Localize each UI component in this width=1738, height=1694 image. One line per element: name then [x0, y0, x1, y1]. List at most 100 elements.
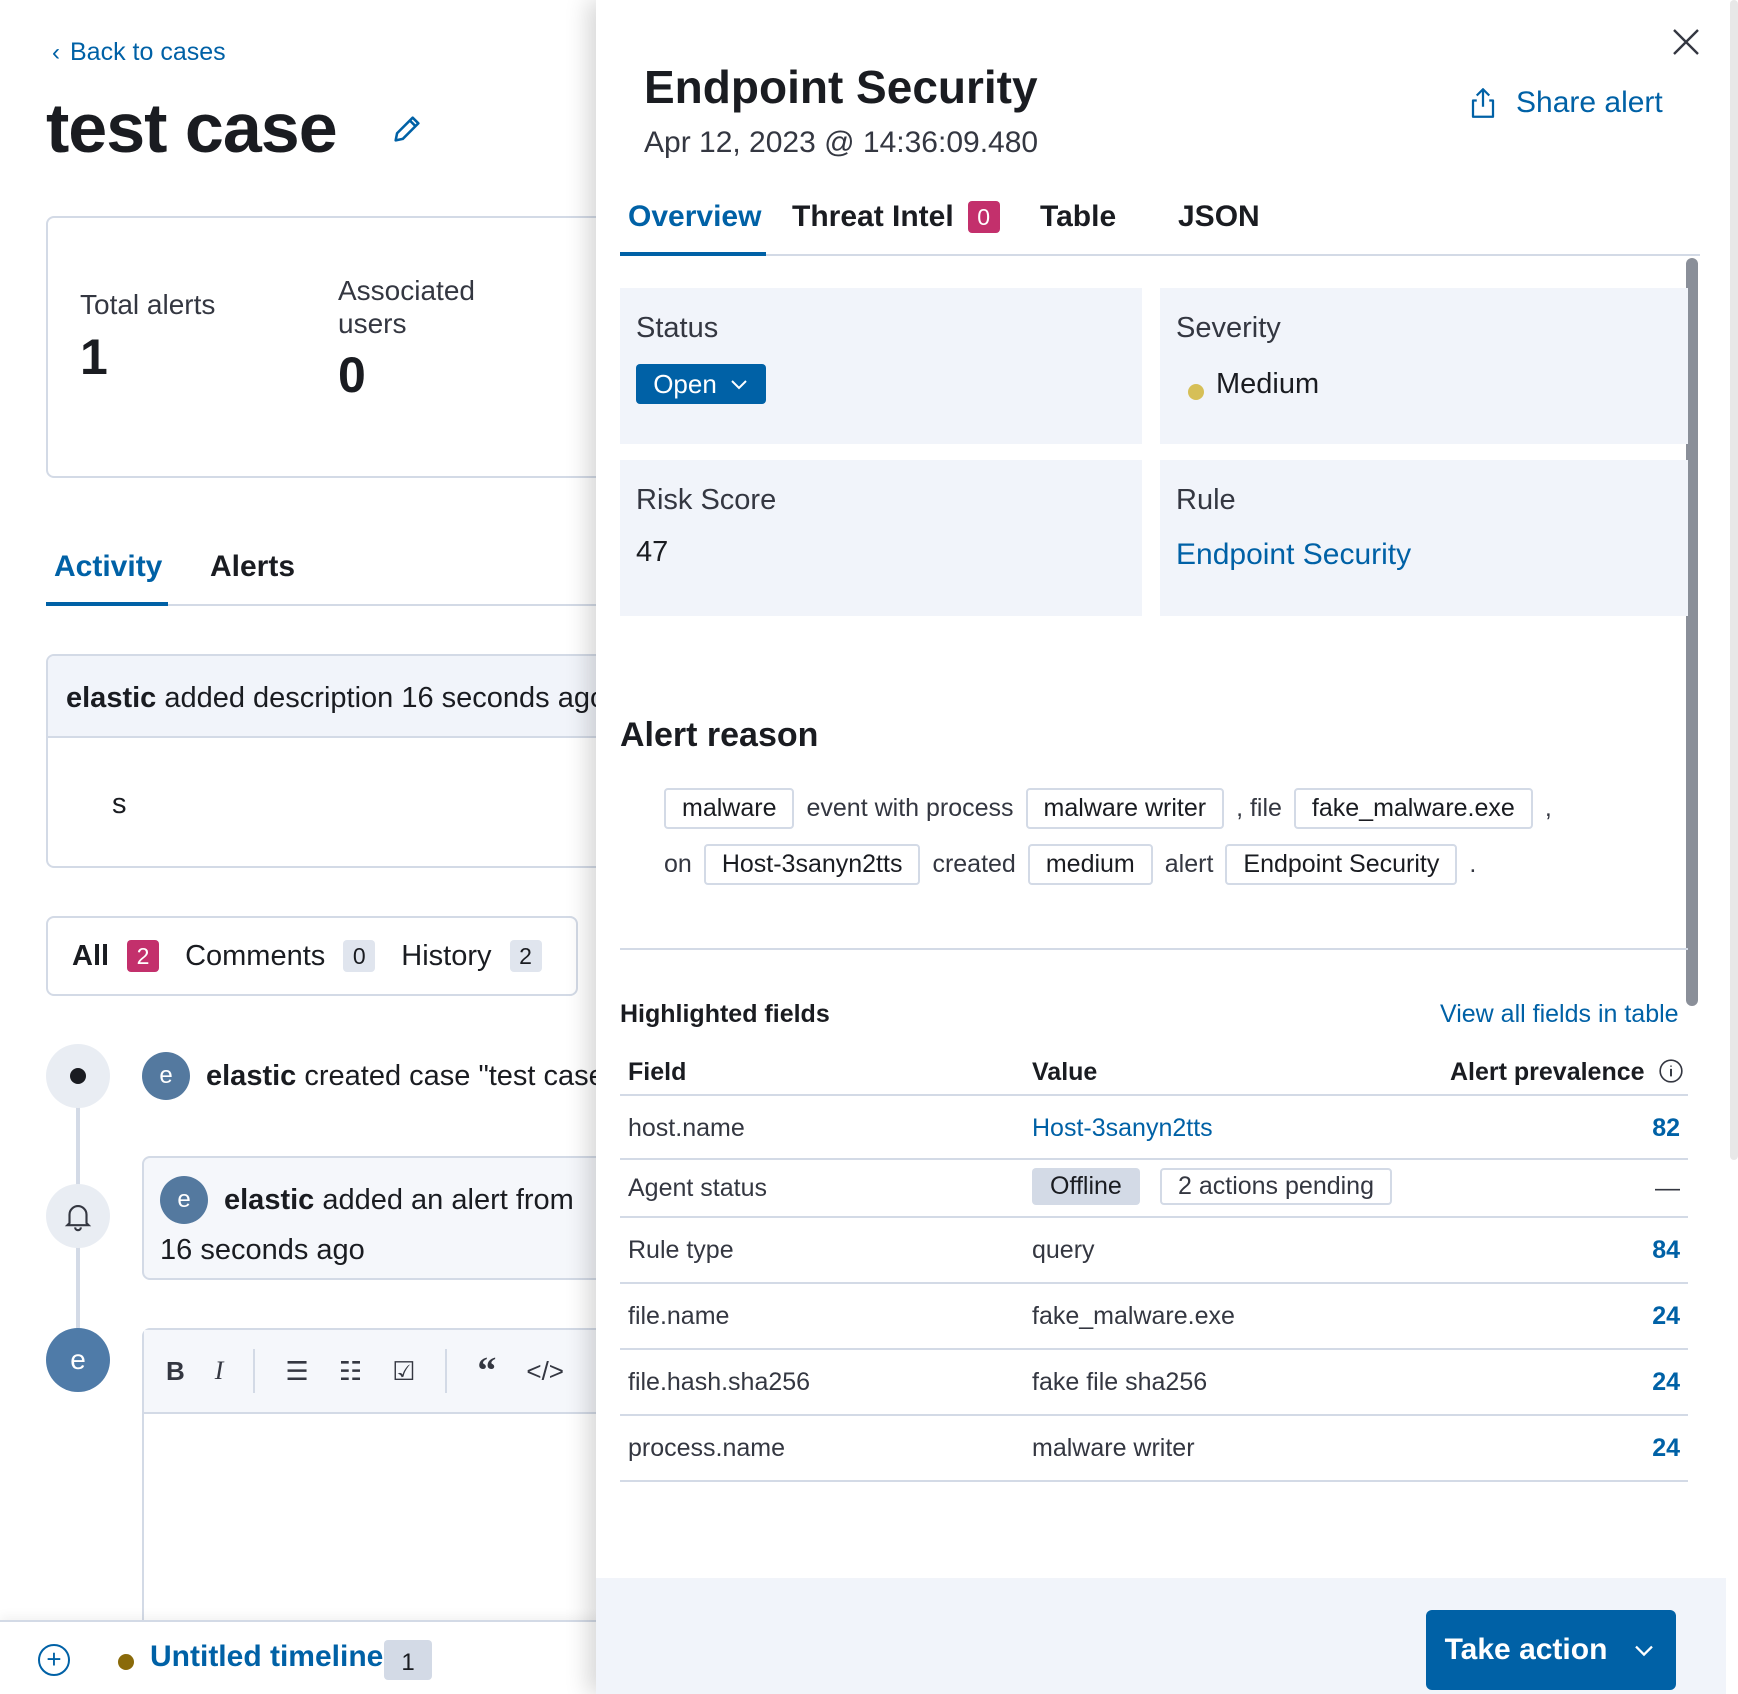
field-name: process.name: [628, 1434, 786, 1462]
reason-chip-severity[interactable]: medium: [1027, 844, 1153, 885]
bell-icon: [46, 1184, 110, 1248]
risk-score-card: Risk Score 47: [620, 460, 1142, 616]
agent-status-badge: Offline: [1032, 1168, 1140, 1205]
field-value: query: [1032, 1236, 1095, 1264]
tab-alerts[interactable]: Alerts: [210, 550, 295, 584]
rule-label: Rule: [1176, 484, 1236, 516]
italic-icon[interactable]: I: [215, 1356, 224, 1386]
chevron-down-icon: [1635, 1645, 1654, 1657]
highlighted-fields-title: Highlighted fields: [620, 1000, 830, 1028]
event-user: elastic: [224, 1184, 315, 1216]
total-alerts-label: Total alerts: [80, 289, 216, 320]
page-scrollbar[interactable]: [1730, 0, 1738, 1160]
severity-label: Severity: [1176, 312, 1281, 344]
timeline-bottom-bar: + Untitled timeline 1: [0, 1620, 600, 1694]
description-body: s: [112, 788, 127, 820]
timeline-dot-icon: [46, 1044, 110, 1108]
back-to-cases-link[interactable]: ‹ Back to cases: [52, 38, 226, 67]
reason-chip-host[interactable]: Host-3sanyn2tts: [703, 844, 921, 885]
alert-reason-line-2: on Host-3sanyn2tts created medium alert …: [664, 844, 1604, 885]
take-action-button[interactable]: Take action: [1426, 1610, 1676, 1690]
prevalence-link[interactable]: 24: [1652, 1368, 1680, 1397]
tab-table[interactable]: Table: [1040, 200, 1116, 234]
table-row: Rule type query 84: [620, 1218, 1688, 1284]
column-alert-prevalence: Alert prevalence: [1450, 1058, 1645, 1086]
code-icon[interactable]: </>: [526, 1356, 564, 1387]
status-card: Status Open: [620, 288, 1142, 444]
prevalence-link[interactable]: 24: [1652, 1302, 1680, 1331]
share-alert-label: Share alert: [1516, 86, 1663, 119]
timeline-event-created: elastic created case "test case": [206, 1060, 600, 1093]
table-row: file.hash.sha256 fake file sha256 24: [620, 1350, 1688, 1416]
rule-link[interactable]: Endpoint Security: [1176, 538, 1411, 572]
pencil-icon[interactable]: [390, 112, 424, 146]
filter-history[interactable]: History 2: [401, 940, 542, 973]
active-tab-indicator: [46, 602, 168, 606]
numbered-list-icon[interactable]: ☷: [339, 1356, 362, 1387]
reason-chip-file[interactable]: fake_malware.exe: [1293, 788, 1533, 829]
reason-text: created: [932, 850, 1016, 878]
description-header: elastic added description 16 seconds ago: [48, 656, 600, 738]
filter-history-count: 2: [509, 940, 542, 972]
alert-details-flyout: Endpoint Security Apr 12, 2023 @ 14:36:0…: [596, 0, 1738, 1694]
case-title: test case: [46, 89, 338, 167]
add-timeline-icon[interactable]: +: [38, 1644, 70, 1676]
field-value: fake_malware.exe: [1032, 1302, 1235, 1330]
tab-json[interactable]: JSON: [1178, 200, 1260, 234]
filter-all[interactable]: All 2: [72, 939, 160, 973]
field-name: Agent status: [628, 1174, 767, 1202]
timeline-title-link[interactable]: Untitled timeline: [150, 1640, 383, 1674]
share-icon: [1471, 88, 1495, 118]
bullet-list-icon[interactable]: ☰: [285, 1356, 308, 1387]
reason-chip-rule[interactable]: Endpoint Security: [1225, 844, 1458, 885]
column-value: Value: [1032, 1058, 1098, 1086]
reason-chip-event-category[interactable]: malware: [664, 788, 795, 829]
filter-comments[interactable]: Comments 0: [185, 939, 376, 973]
status-dropdown[interactable]: Open: [636, 364, 766, 404]
activity-filter-bar: All 2 Comments 0 History 2: [46, 916, 578, 996]
info-icon[interactable]: [1658, 1058, 1684, 1084]
alert-added-event: e elastic added an alert from 16 seconds…: [142, 1156, 600, 1280]
reason-chip-process[interactable]: malware writer: [1025, 788, 1225, 829]
toolbar-divider: [445, 1349, 448, 1393]
task-list-icon[interactable]: ☑: [392, 1356, 415, 1387]
event-user: elastic: [206, 1060, 297, 1092]
severity-value: Medium: [1216, 368, 1320, 400]
field-value: malware writer: [1032, 1434, 1195, 1462]
table-row: host.name Host-3sanyn2tts 82: [620, 1096, 1688, 1160]
tab-overview[interactable]: Overview: [628, 200, 761, 234]
bold-icon[interactable]: B: [166, 1356, 185, 1387]
prevalence-link[interactable]: 82: [1652, 1114, 1680, 1143]
actions-pending-badge[interactable]: 2 actions pending: [1160, 1168, 1392, 1205]
alert-reason-line-1: malware event with process malware write…: [664, 788, 1604, 829]
severity-dot-icon: [1188, 384, 1204, 400]
status-value: Open: [653, 368, 717, 399]
view-all-fields-link[interactable]: View all fields in table: [1440, 1000, 1679, 1029]
close-icon[interactable]: [1668, 24, 1704, 60]
prevalence-link[interactable]: 84: [1652, 1236, 1680, 1265]
reason-text: event with process: [806, 794, 1014, 822]
tab-threat-intel[interactable]: Threat Intel 0: [792, 200, 1000, 234]
reason-text: , file: [1236, 794, 1282, 822]
avatar: e: [142, 1052, 190, 1100]
quote-icon[interactable]: “: [477, 1349, 496, 1393]
filter-comments-label: Comments: [185, 939, 326, 972]
associated-users-value: 0: [338, 347, 366, 403]
reason-text: ,: [1544, 794, 1552, 822]
share-alert-button[interactable]: Share alert: [1468, 86, 1663, 120]
tab-activity[interactable]: Activity: [54, 550, 162, 584]
filter-comments-count: 0: [343, 940, 376, 972]
timeline-count-badge: 1: [384, 1640, 432, 1680]
column-field: Field: [628, 1058, 687, 1086]
associated-users-label-line2: users: [338, 308, 407, 340]
filter-all-label: All: [72, 939, 110, 972]
reason-text: on: [664, 850, 692, 878]
flyout-title: Endpoint Security: [644, 61, 1038, 113]
field-value-link[interactable]: Host-3sanyn2tts: [1032, 1114, 1213, 1143]
filter-all-count: 2: [127, 940, 160, 972]
prevalence-link[interactable]: 24: [1652, 1434, 1680, 1463]
timeline-status-dot: [118, 1654, 134, 1670]
event-text: added an alert from: [314, 1184, 574, 1216]
table-row: process.name malware writer 24: [620, 1416, 1688, 1482]
tab-json-label: JSON: [1178, 200, 1260, 233]
